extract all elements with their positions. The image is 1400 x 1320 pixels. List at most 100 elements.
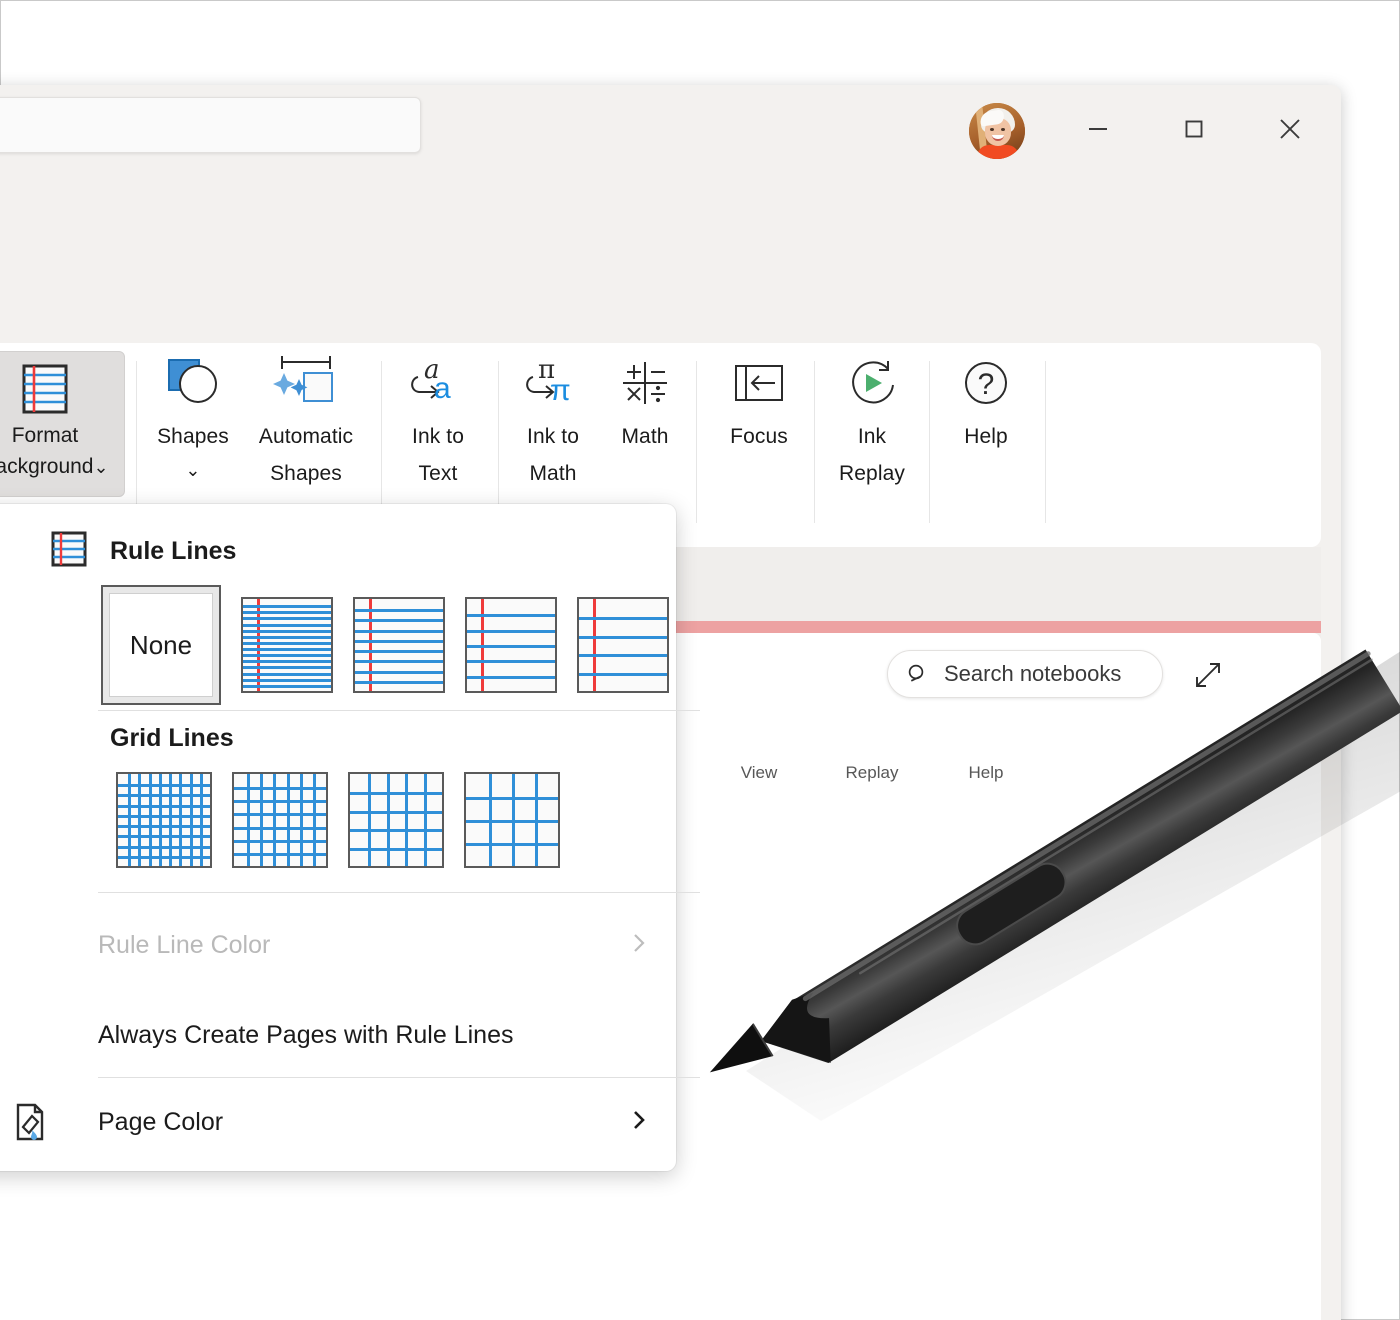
shapes-icon: [161, 351, 225, 415]
grid-line-horizontal: [118, 825, 210, 828]
ribbon-item-label: Focus: [730, 421, 788, 452]
page-color-label: Page Color: [98, 1108, 223, 1137]
always-create-pages-row[interactable]: Always Create Pages with Rule Lines: [0, 997, 676, 1073]
help-icon: ?: [954, 351, 1018, 415]
ribbon-item-ink-replay[interactable]: Ink Replay: [820, 351, 924, 489]
grid-thumb-large[interactable]: [348, 772, 444, 868]
rule-line: [355, 619, 443, 622]
ribbon-item-label: Math: [621, 421, 668, 452]
grid-line-horizontal: [118, 805, 210, 808]
ribbon-item-shapes[interactable]: Shapes ⌄: [141, 351, 245, 482]
ribbon-item-ink-to-math[interactable]: π π Ink to Math: [501, 351, 605, 489]
ribbon-item-label-line1: Ink to: [412, 421, 464, 452]
ribbon-item-automatic-shapes[interactable]: Automatic Shapes: [246, 351, 366, 489]
ribbon-item-label-line1: Ink: [858, 421, 886, 452]
ribbon-item-help[interactable]: ? Help: [934, 351, 1038, 452]
grid-lines-header: Grid Lines: [110, 724, 234, 753]
panel-divider: [98, 710, 700, 711]
rule-line: [243, 636, 331, 639]
expand-diagonal-icon[interactable]: [1191, 658, 1225, 697]
ink-to-math-icon: π π: [519, 351, 587, 415]
grid-thumb-very-large[interactable]: [464, 772, 560, 868]
ribbon-item-label-line2: Shapes: [270, 458, 342, 489]
search-notebooks-placeholder: Search notebooks: [944, 661, 1121, 687]
rule-line: [243, 666, 331, 669]
rule-line: [355, 609, 443, 612]
rule-line: [579, 673, 667, 676]
rule-line: [355, 630, 443, 633]
grid-line-vertical: [512, 774, 515, 866]
rule-line: [355, 650, 443, 653]
rule-thumb-wide-ruled[interactable]: [577, 597, 669, 693]
rule-lines-icon: [50, 530, 88, 573]
grid-line-horizontal: [118, 815, 210, 818]
rule-line: [579, 617, 667, 620]
automatic-shapes-icon: [268, 351, 344, 415]
grid-line-vertical: [169, 774, 172, 866]
rule-line: [243, 605, 331, 608]
screenshot-root: Search notebooks: [0, 0, 1400, 1320]
collapse-ribbon-button[interactable]: [1203, 759, 1239, 791]
rule-line: [467, 645, 555, 648]
chevron-down-icon[interactable]: ⌄: [93, 457, 108, 477]
ribbon-item-label-line2: Text: [419, 458, 458, 489]
svg-text:π: π: [550, 374, 571, 407]
grid-line-horizontal: [118, 794, 210, 797]
chevron-down-icon[interactable]: ⌄: [185, 458, 200, 482]
svg-text:a: a: [434, 372, 451, 405]
grid-line-vertical: [405, 774, 408, 866]
rule-thumb-none[interactable]: None: [101, 585, 221, 705]
rule-line-color-row[interactable]: Rule Line Color: [0, 907, 676, 983]
grid-line-horizontal: [118, 784, 210, 787]
ribbon-item-label-line2: Math: [529, 458, 576, 489]
search-icon: [906, 662, 930, 686]
math-icon: [613, 351, 677, 415]
ribbon-item-math[interactable]: Math: [593, 351, 697, 452]
minimize-button[interactable]: [1051, 85, 1145, 173]
ribbon-item-focus[interactable]: Focus: [707, 351, 811, 452]
ribbon-separator: [498, 361, 499, 523]
ribbon-separator: [814, 361, 815, 523]
grid-thumb-medium[interactable]: [232, 772, 328, 868]
rule-line: [579, 654, 667, 657]
rule-line: [243, 624, 331, 627]
margin-line: [369, 599, 372, 691]
close-icon: [1276, 115, 1304, 143]
grid-lines-title: Grid Lines: [110, 724, 234, 753]
rule-thumb-standard-ruled[interactable]: [465, 597, 557, 693]
quick-access-search-box[interactable]: [0, 97, 421, 153]
grid-line-vertical: [159, 774, 162, 866]
ribbon-separator: [929, 361, 930, 523]
format-background-button[interactable]: Format Background⌄: [0, 351, 125, 497]
ribbon-group-label-help: Help: [934, 763, 1038, 783]
rule-thumb-narrow-ruled[interactable]: [241, 597, 333, 693]
grid-line-vertical: [368, 774, 371, 866]
grid-thumb-small[interactable]: [116, 772, 212, 868]
search-notebooks-box[interactable]: Search notebooks: [887, 650, 1163, 698]
grid-line-horizontal: [350, 848, 442, 851]
always-create-pages-label: Always Create Pages with Rule Lines: [98, 1021, 513, 1050]
avatar[interactable]: [969, 103, 1025, 159]
maximize-button[interactable]: [1147, 85, 1241, 173]
rule-line: [579, 636, 667, 639]
rule-lines-header: Rule Lines: [50, 530, 236, 573]
rule-line: [243, 617, 331, 620]
ribbon-item-ink-to-text[interactable]: a a Ink to Text: [386, 351, 490, 489]
grid-lines-thumb-row: [116, 772, 560, 868]
rule-line: [243, 673, 331, 676]
rule-thumb-none-label: None: [109, 593, 213, 697]
close-button[interactable]: [1243, 85, 1337, 173]
page-color-row[interactable]: Page Color: [0, 1084, 676, 1160]
rule-line: [243, 642, 331, 645]
grid-line-vertical: [424, 774, 427, 866]
rule-line: [355, 681, 443, 684]
avatar-eye-left: [990, 128, 994, 131]
rule-line: [467, 614, 555, 617]
rule-line: [355, 671, 443, 674]
grid-line-horizontal: [118, 835, 210, 838]
rule-thumb-college-ruled[interactable]: [353, 597, 445, 693]
grid-line-vertical: [179, 774, 182, 866]
ribbon-separator: [1045, 361, 1046, 523]
chevron-up-icon: [1207, 765, 1235, 785]
format-background-label-line2: Background⌄: [0, 451, 109, 483]
